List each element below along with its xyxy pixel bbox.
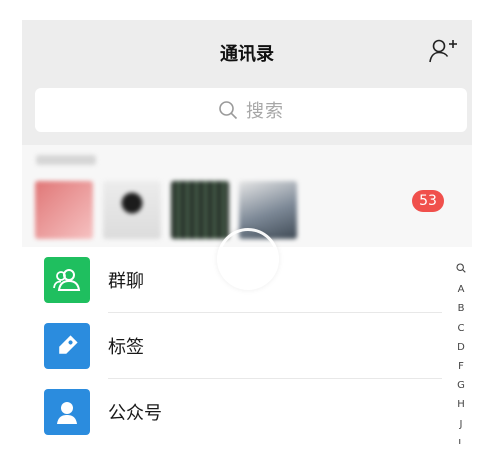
avatar xyxy=(35,181,93,239)
avatar xyxy=(103,181,161,239)
menu-item-group-chat[interactable]: 群聊 xyxy=(22,247,442,313)
group-chat-icon xyxy=(53,269,81,291)
search-icon xyxy=(219,101,238,120)
index-letter[interactable]: B xyxy=(458,299,465,318)
avatar xyxy=(171,181,229,239)
index-letter[interactable]: C xyxy=(458,319,465,338)
tag-icon xyxy=(59,335,78,354)
official-account-tile xyxy=(44,389,90,435)
index-letter[interactable]: G xyxy=(457,376,465,395)
alphabet-index[interactable]: A B C D F G H J L xyxy=(454,261,468,444)
contacts-menu: 群聊 标签 公众号 xyxy=(22,247,442,444)
menu-item-official-accounts[interactable]: 公众号 xyxy=(22,379,442,444)
index-search-item[interactable] xyxy=(456,261,466,280)
search-bar[interactable]: 搜索 xyxy=(35,88,467,132)
index-letter[interactable]: L xyxy=(458,434,464,444)
index-letter[interactable]: F xyxy=(458,357,464,376)
unread-badge: 53 xyxy=(412,190,444,212)
menu-item-label: 群聊 xyxy=(108,271,144,292)
index-letter[interactable]: A xyxy=(458,280,465,299)
page-title: 通讯录 xyxy=(220,44,274,65)
add-contact-icon xyxy=(429,39,457,63)
header: 通讯录 搜索 xyxy=(22,20,472,145)
tag-tile xyxy=(44,323,90,369)
index-letter[interactable]: D xyxy=(457,338,465,357)
contacts-screen: 通讯录 搜索 53 群聊 标签 公众号 A B C D F G H J L xyxy=(22,20,472,444)
search-placeholder: 搜索 xyxy=(246,101,284,122)
add-contact-button[interactable] xyxy=(428,38,458,64)
official-account-icon xyxy=(57,402,77,424)
search-icon xyxy=(456,263,466,273)
menu-item-tags[interactable]: 标签 xyxy=(22,313,442,379)
index-letter[interactable]: H xyxy=(457,395,465,414)
group-chat-tile xyxy=(44,257,90,303)
new-friends-label xyxy=(36,155,96,165)
menu-item-label: 标签 xyxy=(108,337,144,358)
menu-item-label: 公众号 xyxy=(108,403,162,424)
index-letter[interactable]: J xyxy=(460,415,463,434)
